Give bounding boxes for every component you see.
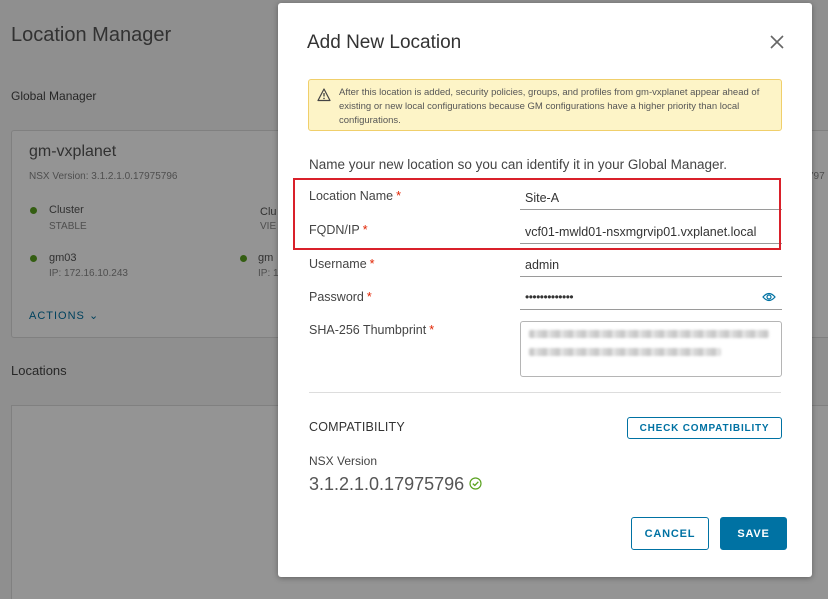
username-input[interactable] — [520, 253, 782, 277]
warning-text: After this location is added, security p… — [339, 87, 760, 126]
save-button[interactable]: SAVE — [720, 517, 787, 550]
nsx-version-value: 3.1.2.1.0.17975796 — [309, 474, 465, 494]
required-mark: * — [369, 257, 375, 271]
check-compatibility-button[interactable]: CHECK COMPATIBILITY — [627, 417, 782, 439]
intro-text: Name your new location so you can identi… — [309, 157, 727, 172]
dialog-title: Add New Location — [307, 32, 462, 53]
warning-alert: After this location is added, security p… — [308, 79, 782, 131]
divider — [309, 392, 781, 393]
add-location-dialog: Add New Location After this location is … — [278, 3, 812, 577]
thumbprint-redacted-line — [529, 330, 769, 338]
thumbprint-textarea[interactable] — [520, 321, 782, 377]
compatibility-title: COMPATIBILITY — [309, 420, 405, 434]
cancel-button[interactable]: CANCEL — [631, 517, 709, 550]
eye-icon[interactable] — [762, 291, 776, 303]
close-icon — [770, 35, 784, 49]
warning-icon — [317, 88, 331, 102]
highlight-box — [293, 178, 781, 250]
required-mark: * — [429, 323, 435, 337]
username-label: Username * — [309, 257, 375, 271]
nsx-version-label: NSX Version — [309, 454, 378, 468]
close-button[interactable] — [766, 31, 788, 53]
thumbprint-redacted-line — [529, 348, 721, 356]
required-mark: * — [366, 290, 372, 304]
check-circle-icon — [469, 477, 482, 490]
password-label: Password * — [309, 290, 372, 304]
thumbprint-label: SHA-256 Thumbprint * — [309, 323, 435, 337]
password-input[interactable]: ••••••••••••• — [520, 286, 782, 310]
